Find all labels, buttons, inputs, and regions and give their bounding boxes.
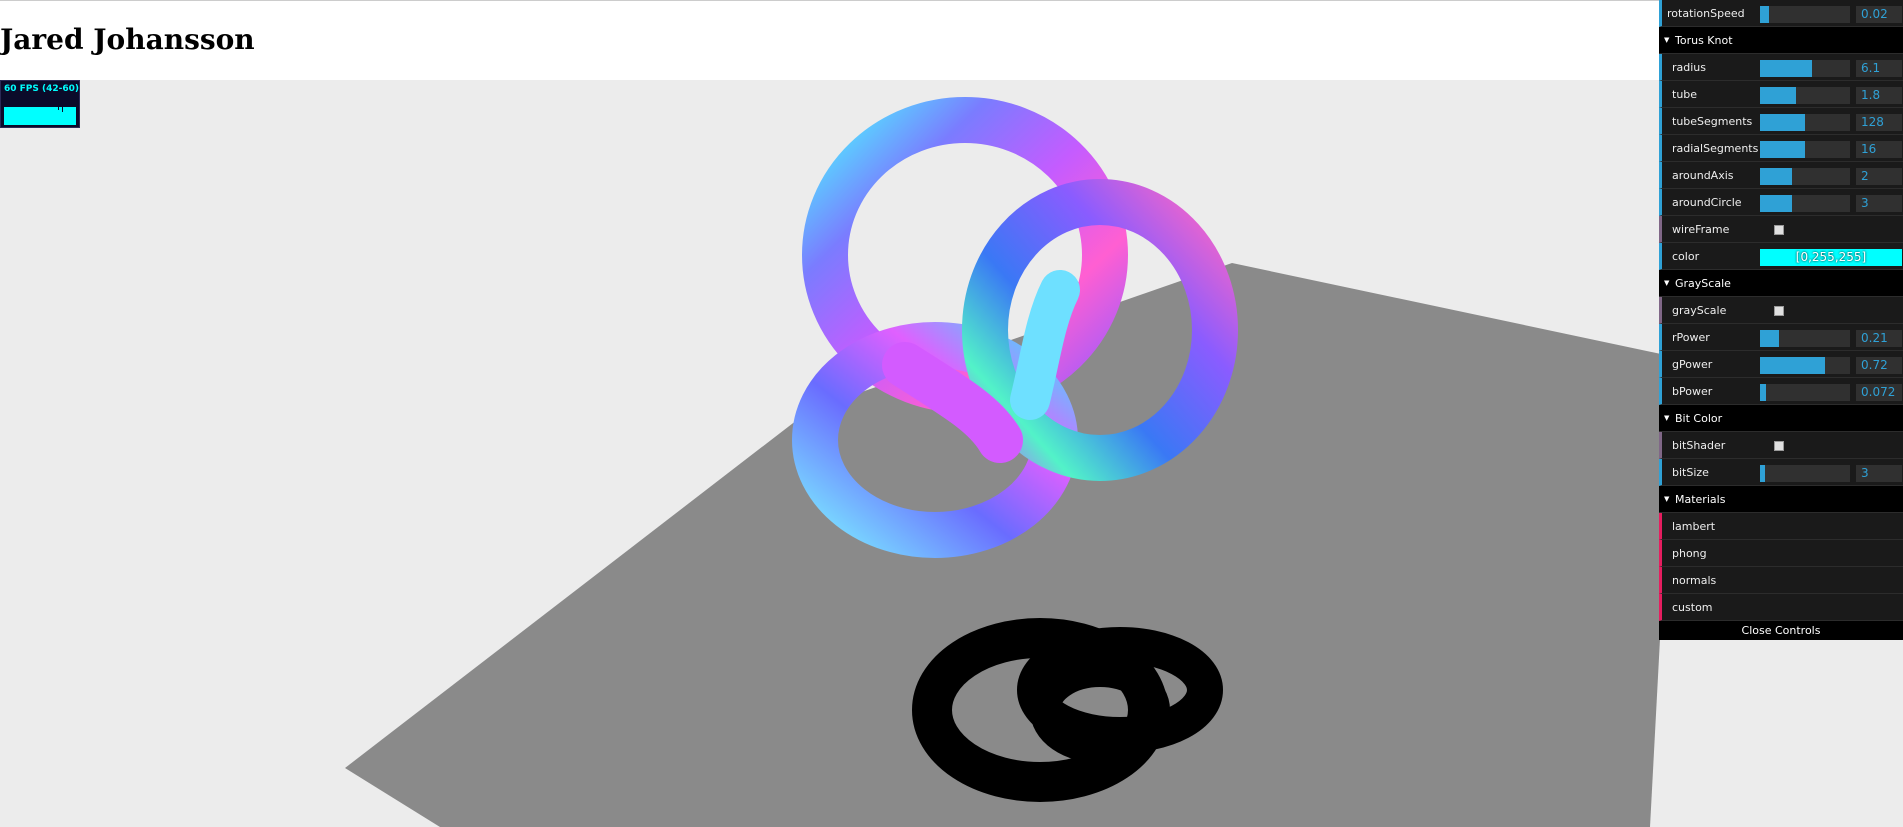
control-radius[interactable]: radius 6.1	[1659, 54, 1903, 81]
folder-title: GrayScale	[1675, 277, 1731, 290]
number-input[interactable]: 3	[1856, 195, 1902, 212]
checkbox[interactable]	[1774, 306, 1784, 316]
caret-down-icon: ▼	[1664, 279, 1670, 287]
control-label: bitShader	[1672, 439, 1726, 452]
slider-fill	[1760, 168, 1792, 185]
control-aroundAxis[interactable]: aroundAxis 2	[1659, 162, 1903, 189]
control-tube[interactable]: tube 1.8	[1659, 81, 1903, 108]
caret-down-icon: ▼	[1664, 414, 1670, 422]
number-input[interactable]: 0.02	[1856, 6, 1902, 23]
number-input[interactable]: 2	[1856, 168, 1902, 185]
folder-title: Bit Color	[1675, 412, 1723, 425]
control-grayScale[interactable]: grayScale	[1659, 297, 1903, 324]
control-rotationSpeed[interactable]: rotationSpeed 0.02	[1659, 0, 1903, 27]
control-lambert[interactable]: lambert	[1659, 513, 1903, 540]
control-label: bitSize	[1672, 466, 1709, 479]
control-label: rPower	[1672, 331, 1710, 344]
slider-fill	[1760, 87, 1796, 104]
control-label: custom	[1672, 601, 1713, 614]
control-custom[interactable]: custom	[1659, 594, 1903, 621]
control-label: tube	[1672, 88, 1698, 101]
slider[interactable]	[1760, 330, 1850, 347]
slider[interactable]	[1760, 168, 1850, 185]
slider[interactable]	[1760, 87, 1850, 104]
control-bitSize[interactable]: bitSize 3	[1659, 459, 1903, 486]
number-input[interactable]: 16	[1856, 141, 1902, 158]
control-label: gPower	[1672, 358, 1713, 371]
control-radialSegments[interactable]: radialSegments 16	[1659, 135, 1903, 162]
scene-render	[345, 97, 1675, 827]
folder-torus-knot[interactable]: ▼ Torus Knot	[1659, 27, 1903, 54]
control-bitShader[interactable]: bitShader	[1659, 432, 1903, 459]
slider-fill	[1760, 465, 1765, 482]
control-label: radialSegments	[1672, 142, 1759, 155]
fps-text: 60 FPS (42-60)	[4, 84, 80, 94]
slider-fill	[1760, 384, 1767, 401]
folder-title: Torus Knot	[1675, 34, 1733, 47]
control-label: bPower	[1672, 385, 1713, 398]
checkbox[interactable]	[1774, 441, 1784, 451]
control-label: normals	[1672, 574, 1717, 587]
slider-fill	[1760, 114, 1805, 131]
webgl-canvas[interactable]	[0, 80, 1903, 827]
control-bPower[interactable]: bPower 0.072	[1659, 378, 1903, 405]
folder-grayscale[interactable]: ▼ GrayScale	[1659, 270, 1903, 297]
folder-materials[interactable]: ▼ Materials	[1659, 486, 1903, 513]
folder-title: Materials	[1675, 493, 1726, 506]
control-label: color	[1672, 250, 1700, 263]
slider[interactable]	[1760, 6, 1850, 23]
number-input[interactable]: 128	[1856, 114, 1902, 131]
caret-down-icon: ▼	[1664, 495, 1670, 503]
number-input[interactable]: 0.72	[1856, 357, 1902, 374]
control-label: wireFrame	[1672, 223, 1730, 236]
control-aroundCircle[interactable]: aroundCircle 3	[1659, 189, 1903, 216]
slider[interactable]	[1760, 357, 1850, 374]
slider[interactable]	[1760, 465, 1850, 482]
control-label: aroundAxis	[1672, 169, 1734, 182]
fps-graph	[4, 107, 76, 125]
header-bar: Jared Johansson	[0, 0, 1903, 80]
stats-panel[interactable]: 60 FPS (42-60)	[0, 80, 80, 128]
control-gPower[interactable]: gPower 0.72	[1659, 351, 1903, 378]
slider[interactable]	[1760, 60, 1850, 77]
control-label: lambert	[1672, 520, 1716, 533]
control-label: rotationSpeed	[1667, 7, 1745, 20]
slider[interactable]	[1760, 141, 1850, 158]
control-color[interactable]: color [0,255,255]	[1659, 243, 1903, 270]
slider-fill	[1760, 330, 1779, 347]
control-rPower[interactable]: rPower 0.21	[1659, 324, 1903, 351]
close-controls-button[interactable]: Close Controls	[1659, 621, 1903, 640]
number-input[interactable]: 3	[1856, 465, 1902, 482]
control-wireFrame[interactable]: wireFrame	[1659, 216, 1903, 243]
control-label: aroundCircle	[1672, 196, 1742, 209]
control-label: grayScale	[1672, 304, 1727, 317]
number-input[interactable]: 0.072	[1856, 384, 1902, 401]
folder-bit-color[interactable]: ▼ Bit Color	[1659, 405, 1903, 432]
checkbox[interactable]	[1774, 225, 1784, 235]
dat-gui-panel: rotationSpeed 0.02 ▼ Torus Knot radius 6.1 t…	[1659, 0, 1903, 640]
caret-down-icon: ▼	[1664, 36, 1670, 44]
page-title: Jared Johansson	[0, 23, 255, 56]
number-input[interactable]: 1.8	[1856, 87, 1902, 104]
slider[interactable]	[1760, 195, 1850, 212]
control-phong[interactable]: phong	[1659, 540, 1903, 567]
slider-fill	[1760, 60, 1813, 77]
color-picker[interactable]: [0,255,255]	[1760, 249, 1902, 266]
control-label: phong	[1672, 547, 1707, 560]
slider-fill	[1760, 141, 1805, 158]
slider[interactable]	[1760, 384, 1850, 401]
control-tubeSegments[interactable]: tubeSegments 128	[1659, 108, 1903, 135]
control-normals[interactable]: normals	[1659, 567, 1903, 594]
number-input[interactable]: 6.1	[1856, 60, 1902, 77]
slider[interactable]	[1760, 114, 1850, 131]
control-label: radius	[1672, 61, 1707, 74]
control-label: tubeSegments	[1672, 115, 1753, 128]
slider-fill	[1760, 357, 1825, 374]
number-input[interactable]: 0.21	[1856, 330, 1902, 347]
slider-fill	[1760, 195, 1792, 212]
